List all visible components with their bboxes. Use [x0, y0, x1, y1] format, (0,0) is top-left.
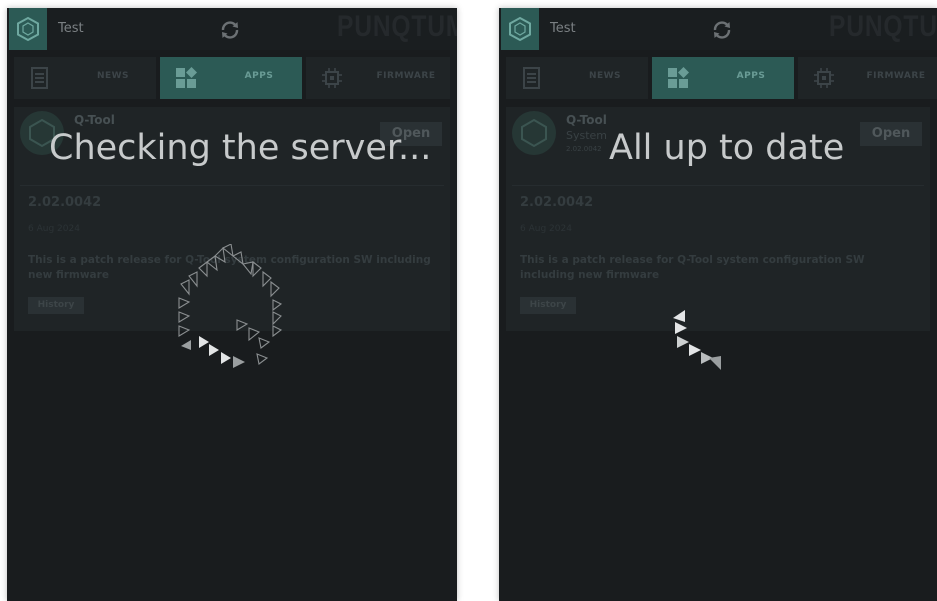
divider: [20, 185, 444, 186]
app-logo-icon: [9, 8, 47, 50]
apps-icon: [174, 66, 198, 90]
qtool-app-icon: [512, 111, 556, 155]
refresh-icon[interactable]: [711, 19, 733, 41]
chip-icon: [812, 66, 836, 90]
chip-icon: [320, 66, 344, 90]
history-button[interactable]: History: [520, 297, 576, 314]
tab-news[interactable]: NEWS: [14, 57, 156, 99]
tab-bar: NEWS APPS FIRMWARE: [14, 57, 450, 99]
status-message: All up to date: [609, 128, 845, 168]
app-subtitle: System: [566, 129, 608, 142]
brand-logo: PUNQTUM: [829, 10, 937, 43]
brand-logo: PUNQTUM: [337, 10, 457, 43]
tab-label: APPS: [244, 71, 274, 81]
app-name: Q-Tool: [74, 113, 115, 127]
news-icon: [28, 66, 52, 90]
loading-spinner-icon: [178, 244, 283, 368]
tab-label: FIRMWARE: [866, 71, 926, 81]
release-date: 6 Aug 2024: [28, 224, 80, 234]
tab-label: APPS: [736, 71, 766, 81]
status-message: Checking the server...: [49, 128, 432, 168]
history-button[interactable]: History: [28, 297, 84, 314]
top-bar: Test PUNQTUM: [7, 8, 457, 50]
release-version: 2.02.0042: [28, 195, 102, 210]
top-bar: Test PUNQTUM: [499, 8, 937, 50]
app-logo-icon: [501, 8, 539, 50]
app-window-checking: Test PUNQTUM NEWS APPS FIRMWARE Q-Tool O…: [7, 8, 457, 601]
tab-bar: NEWS APPS FIRMWARE: [506, 57, 937, 99]
tab-apps[interactable]: APPS: [652, 57, 794, 99]
tab-firmware[interactable]: FIRMWARE: [798, 57, 937, 99]
app-window-up-to-date: Test PUNQTUM NEWS APPS FIRMWARE Q-Tool S…: [499, 8, 937, 601]
refresh-icon[interactable]: [219, 19, 241, 41]
tab-label: FIRMWARE: [376, 71, 436, 81]
release-version: 2.02.0042: [520, 195, 594, 210]
news-icon: [520, 66, 544, 90]
divider: [512, 185, 924, 186]
release-notes: This is a patch release for Q-Tool syste…: [520, 254, 865, 281]
app-installed-version: 2.02.0042: [566, 145, 602, 153]
tab-label: NEWS: [588, 71, 622, 81]
release-date: 6 Aug 2024: [520, 224, 572, 234]
open-button[interactable]: Open: [860, 122, 922, 146]
device-name: Test: [550, 21, 576, 36]
apps-icon: [666, 66, 690, 90]
app-name: Q-Tool: [566, 113, 607, 127]
tab-news[interactable]: NEWS: [506, 57, 648, 99]
device-name: Test: [58, 21, 84, 36]
tab-firmware[interactable]: FIRMWARE: [306, 57, 450, 99]
tab-apps[interactable]: APPS: [160, 57, 302, 99]
loading-spinner-icon: [673, 310, 721, 370]
tab-label: NEWS: [96, 71, 130, 81]
